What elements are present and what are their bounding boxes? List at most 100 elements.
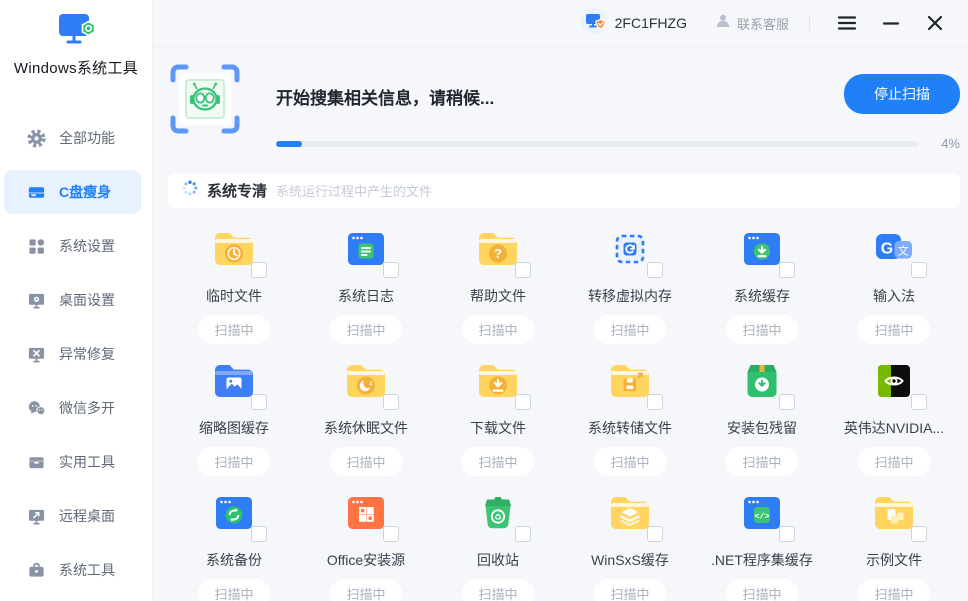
- category-label: 缩略图缓存: [199, 418, 269, 438]
- sidebar-item-label: 系统设置: [59, 236, 115, 256]
- sidebar-menu: 全部功能 C盘瘦身 系统设置 桌面设置 异常修复 微信多开 实用工具 远程桌面 …: [0, 116, 152, 601]
- help-files-checkbox[interactable]: [515, 262, 531, 278]
- cleanup-category-input-method[interactable]: G文 输入法 扫描中: [828, 225, 960, 344]
- recycle-bin-checkbox[interactable]: [515, 526, 531, 542]
- sidebar-item-all-features[interactable]: 全部功能: [4, 116, 141, 160]
- section-title: 系统专清: [207, 180, 267, 201]
- category-label: 系统日志: [338, 286, 394, 306]
- app-shield-icon: [580, 7, 608, 40]
- dotnet-assembly-cache-checkbox[interactable]: [779, 526, 795, 542]
- sidebar-item-error-repair[interactable]: 异常修复: [4, 332, 141, 376]
- person-icon: [715, 13, 731, 34]
- status-badge: 扫描中: [858, 447, 929, 476]
- input-method-checkbox[interactable]: [911, 262, 927, 278]
- cleanup-category-recycle-bin[interactable]: ♻ 回收站 扫描中: [432, 489, 564, 601]
- cleanup-category-nvidia-cache[interactable]: 英伟达NVIDIA... 扫描中: [828, 357, 960, 476]
- cleanup-category-temp-files[interactable]: 临时文件 扫描中: [168, 225, 300, 344]
- sidebar-item-label: C盘瘦身: [59, 182, 111, 202]
- thumbnail-cache-checkbox[interactable]: [251, 394, 267, 410]
- app-logo-icon: [55, 12, 97, 53]
- close-icon[interactable]: [918, 6, 952, 40]
- system-cache-checkbox[interactable]: [779, 262, 795, 278]
- installer-residue-checkbox[interactable]: [779, 394, 795, 410]
- nvidia-cache-checkbox[interactable]: [911, 394, 927, 410]
- cleanup-category-sample-files[interactable]: 示例文件 扫描中: [828, 489, 960, 601]
- sidebar: Windows系统工具 全部功能 C盘瘦身 系统设置 桌面设置 异常修复 微信多…: [0, 0, 153, 601]
- category-label: 临时文件: [206, 286, 262, 306]
- cleanup-category-thumbnail-cache[interactable]: 缩略图缓存 扫描中: [168, 357, 300, 476]
- cleanup-category-dump-files[interactable]: 系统转储文件 扫描中: [564, 357, 696, 476]
- remote-icon: [26, 506, 46, 526]
- status-badge: 扫描中: [594, 315, 665, 344]
- cleanup-category-help-files[interactable]: ? 帮助文件 扫描中: [432, 225, 564, 344]
- sample-files-checkbox[interactable]: [911, 526, 927, 542]
- sidebar-item-wechat-multi[interactable]: 微信多开: [4, 386, 141, 430]
- sidebar-item-remote-desktop[interactable]: 远程桌面: [4, 494, 141, 538]
- dump-files-checkbox[interactable]: [647, 394, 663, 410]
- system-logs-checkbox[interactable]: [383, 262, 399, 278]
- system-backup-checkbox[interactable]: [251, 526, 267, 542]
- stop-scan-button[interactable]: 停止扫描: [844, 74, 960, 114]
- status-badge: 扫描中: [330, 447, 401, 476]
- svg-text:</>: </>: [754, 511, 769, 521]
- progress-bar: [276, 141, 918, 147]
- svg-text:♻: ♻: [494, 512, 502, 522]
- menu-hamburger-icon[interactable]: [830, 6, 864, 40]
- sidebar-item-label: 远程桌面: [59, 506, 115, 526]
- toolbox-icon: [26, 452, 46, 472]
- content: 开始搜集相关信息，请稍候... 停止扫描 4%: [153, 47, 968, 601]
- cleanup-category-download-files[interactable]: 下载文件 扫描中: [432, 357, 564, 476]
- status-badge: 扫描中: [726, 579, 797, 601]
- cleanup-category-hibernation-files[interactable]: z 系统休眠文件 扫描中: [300, 357, 432, 476]
- svg-text:文: 文: [898, 243, 909, 257]
- main-area: 2FC1FHZG 联系客服: [153, 0, 968, 601]
- category-label: 示例文件: [866, 550, 922, 570]
- minimize-icon[interactable]: [874, 6, 908, 40]
- status-badge: 扫描中: [462, 447, 533, 476]
- temp-files-checkbox[interactable]: [251, 262, 267, 278]
- cleanup-category-dotnet-assembly-cache[interactable]: </> .NET程序集缓存 扫描中: [696, 489, 828, 601]
- license-id-chip[interactable]: 2FC1FHZG: [580, 7, 687, 40]
- status-badge: 扫描中: [198, 447, 269, 476]
- cleanup-category-office-installer-source[interactable]: Office安装源 扫描中: [300, 489, 432, 601]
- scan-header: 开始搜集相关信息，请稍候... 停止扫描 4%: [168, 62, 960, 151]
- category-label: 系统休眠文件: [324, 418, 408, 438]
- progress-bar-fill: [276, 141, 302, 147]
- squares-icon: [26, 236, 46, 256]
- status-badge: 扫描中: [594, 579, 665, 601]
- topbar: 2FC1FHZG 联系客服: [153, 0, 968, 47]
- wechat-icon: [26, 398, 46, 418]
- sidebar-item-utility-tools[interactable]: 实用工具: [4, 440, 141, 484]
- briefcase-icon: [26, 560, 46, 580]
- status-badge: 扫描中: [858, 579, 929, 601]
- cleanup-category-system-cache[interactable]: 系统缓存 扫描中: [696, 225, 828, 344]
- license-id: 2FC1FHZG: [615, 15, 687, 31]
- cleanup-category-installer-residue[interactable]: 安装包残留 扫描中: [696, 357, 828, 476]
- sidebar-item-system-settings[interactable]: 系统设置: [4, 224, 141, 268]
- cleanup-category-system-logs[interactable]: 系统日志 扫描中: [300, 225, 432, 344]
- status-badge: 扫描中: [462, 315, 533, 344]
- category-label: 系统转储文件: [588, 418, 672, 438]
- category-label: 输入法: [873, 286, 915, 306]
- category-label: WinSxS缓存: [591, 550, 669, 570]
- contact-support-button[interactable]: 联系客服: [715, 13, 789, 34]
- virtual-memory-transfer-checkbox[interactable]: [647, 262, 663, 278]
- section-subtitle: 系统运行过程中产生的文件: [276, 181, 432, 200]
- download-files-checkbox[interactable]: [515, 394, 531, 410]
- cleanup-category-virtual-memory-transfer[interactable]: 转移虚拟内存 扫描中: [564, 225, 696, 344]
- monitor-gear-icon: [26, 290, 46, 310]
- section-header: 系统专清 系统运行过程中产生的文件: [168, 173, 960, 208]
- scan-robot-icon: [168, 62, 242, 141]
- hibernation-files-checkbox[interactable]: [383, 394, 399, 410]
- sidebar-item-system-tools[interactable]: 系统工具: [4, 548, 141, 592]
- category-label: 下载文件: [470, 418, 526, 438]
- office-installer-source-checkbox[interactable]: [383, 526, 399, 542]
- cleanup-category-system-backup[interactable]: 系统备份 扫描中: [168, 489, 300, 601]
- status-badge: 扫描中: [858, 315, 929, 344]
- svg-text:G: G: [881, 241, 893, 258]
- winsxs-cache-checkbox[interactable]: [647, 526, 663, 542]
- sidebar-item-desktop-settings[interactable]: 桌面设置: [4, 278, 141, 322]
- cleanup-category-winsxs-cache[interactable]: WinSxS缓存 扫描中: [564, 489, 696, 601]
- sidebar-item-c-drive-slim[interactable]: C盘瘦身: [4, 170, 141, 214]
- status-badge: 扫描中: [330, 579, 401, 601]
